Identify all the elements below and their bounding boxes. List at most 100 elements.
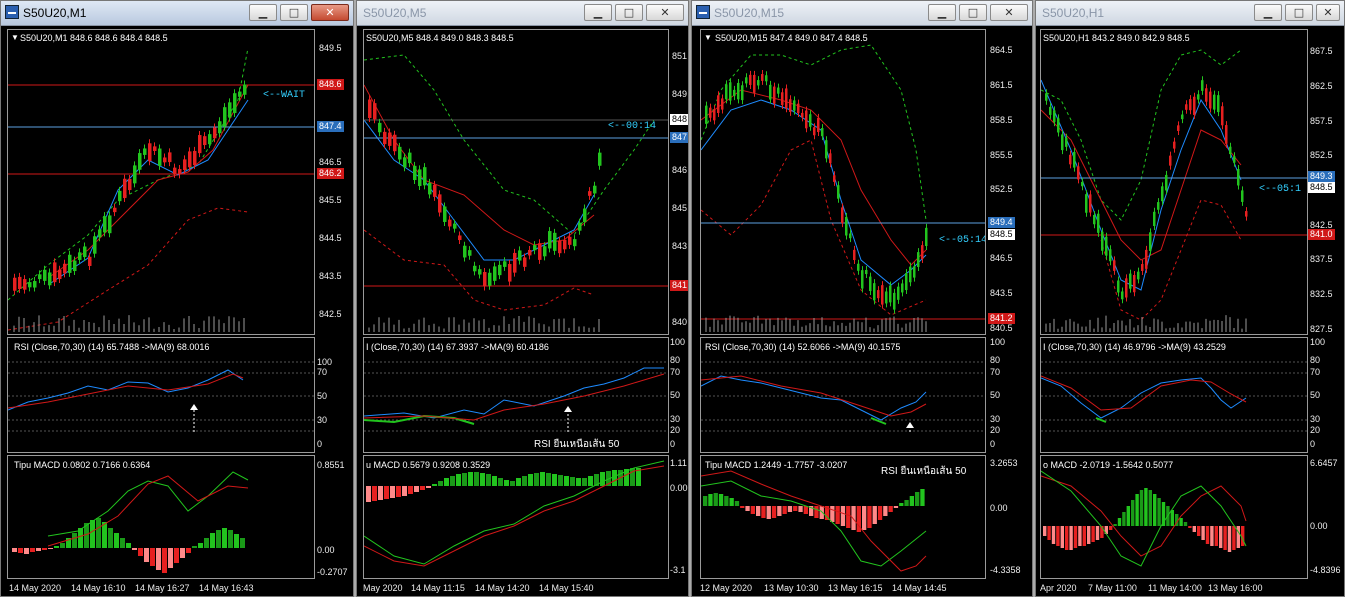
- histogram-bar: [1179, 518, 1183, 526]
- candle-body: [1177, 125, 1180, 131]
- macd-canvas: [1041, 470, 1247, 567]
- price-pane[interactable]: ▼ S50U20,M15 847.4 849.0 847.4 848.5 <--…: [700, 29, 986, 335]
- maximize-button[interactable]: □: [615, 4, 643, 21]
- histogram-bar: [468, 472, 473, 486]
- price-tick: 827.5: [1310, 324, 1333, 334]
- minimize-button[interactable]: ▁: [584, 4, 612, 21]
- close-button[interactable]: ✕: [646, 4, 684, 21]
- close-button[interactable]: ✕: [1316, 4, 1340, 21]
- price-pane[interactable]: S50U20,H1 843.2 849.0 842.9 848.5 <--05:…: [1040, 29, 1308, 335]
- rsi-tick: 50: [1310, 390, 1321, 400]
- candle-body: [103, 216, 107, 233]
- rsi-pane[interactable]: RSI (Close,70,30) (14) 52.6066 ->MA(9) 4…: [700, 337, 986, 453]
- candle-body: [43, 269, 47, 281]
- histogram-bar: [1227, 526, 1232, 552]
- histogram-bar: [414, 486, 419, 492]
- candle-body: [218, 121, 222, 134]
- candle-body: [1101, 231, 1104, 251]
- candle-body: [1057, 118, 1060, 133]
- candle-body: [183, 159, 187, 171]
- chart-window-m1[interactable]: S50U20,M1 ▁ □ ✕ S50U20,M1 848.6 848.6 84…: [0, 0, 354, 597]
- candle-body: [188, 151, 192, 168]
- price-label-red: 846.2: [317, 168, 344, 179]
- time-tick: May 2020: [363, 583, 403, 593]
- countdown-label: <--05:14: [939, 235, 986, 246]
- histogram-bar: [761, 506, 766, 518]
- rsi-tick: 80: [670, 355, 681, 365]
- title-bar[interactable]: S50U20,M1 ▁ □ ✕: [1, 1, 353, 26]
- rsi-tick: 20: [1310, 425, 1321, 435]
- chart-window-m5[interactable]: S50U20,M5 ▁ □ ✕ S50U20,M5 848.4 849.0 84…: [356, 0, 689, 597]
- candle-body: [378, 122, 382, 133]
- price-canvas: [8, 47, 314, 332]
- candle-body: [138, 153, 142, 170]
- candle-body: [583, 208, 587, 223]
- candle-body: [1089, 194, 1092, 213]
- candle-body: [228, 102, 232, 118]
- candle-body: [1225, 125, 1228, 144]
- macd-pane[interactable]: Tipu MACD 1.2449 -1.7757 -3.0207 RSI ยืน…: [700, 455, 986, 579]
- rsi-pane[interactable]: I (Close,70,30) (14) 46.9796 ->MA(9) 43.…: [1040, 337, 1308, 453]
- candle-body: [68, 254, 72, 273]
- histogram-bar: [42, 548, 47, 550]
- histogram-bar: [846, 506, 851, 528]
- price-tick: 849.5: [319, 43, 342, 53]
- histogram-bar: [1201, 526, 1205, 540]
- maximize-button[interactable]: □: [959, 4, 987, 21]
- candle-body: [233, 93, 237, 114]
- minimize-button[interactable]: ▁: [1254, 4, 1282, 21]
- candle-body: [118, 190, 122, 202]
- maximize-button[interactable]: □: [280, 4, 308, 21]
- title-bar[interactable]: S50U20,M5 ▁ □ ✕: [357, 1, 688, 26]
- title-bar[interactable]: S50U20,H1 ▁ □ ✕: [1036, 1, 1344, 26]
- candle-body: [498, 264, 502, 276]
- chart-window-m15[interactable]: S50U20,M15 ▁ □ ✕ ▼ S50U20,M15 847.4 849.…: [691, 0, 1033, 597]
- histogram-bar: [162, 548, 167, 573]
- histogram-bar: [582, 478, 587, 486]
- price-pane[interactable]: S50U20,M1 848.6 848.6 848.4 848.5 ▼ <--W…: [7, 29, 315, 335]
- macd-pane[interactable]: u MACD 0.5679 0.9208 0.3529: [363, 455, 669, 579]
- time-tick: 14 May 14:20: [475, 583, 530, 593]
- title-bar[interactable]: S50U20,M15 ▁ □ ✕: [692, 1, 1032, 26]
- price-tick: 857.5: [1310, 116, 1333, 126]
- chart-window-h1[interactable]: S50U20,H1 ▁ □ ✕ S50U20,H1 843.2 849.0 84…: [1035, 0, 1345, 597]
- histogram-bar: [450, 476, 455, 486]
- macd-axis: 6.6457 0.00 -4.8396: [1308, 455, 1344, 579]
- candle-body: [1121, 291, 1124, 300]
- histogram-bar: [168, 548, 173, 568]
- candle-body: [78, 252, 82, 260]
- rsi-tick: 70: [1310, 367, 1321, 377]
- macd-pane[interactable]: o MACD -2.0719 -1.5642 0.5077: [1040, 455, 1308, 579]
- histogram-bar: [771, 506, 777, 518]
- histogram-bar: [510, 481, 515, 486]
- macd-tick: 3.2653: [990, 458, 1018, 468]
- candle-body: [829, 153, 832, 164]
- histogram-bar: [72, 533, 77, 548]
- close-button[interactable]: ✕: [311, 4, 349, 21]
- minimize-button[interactable]: ▁: [928, 4, 956, 21]
- macd-pane[interactable]: Tipu MACD 0.0802 0.7166 0.6364: [7, 455, 315, 579]
- rsi-axis: 100 80 70 50 30 20 0: [669, 337, 688, 453]
- candle-body: [48, 272, 52, 286]
- candle-body: [73, 260, 77, 272]
- candle-body: [1077, 166, 1080, 180]
- price-pane[interactable]: S50U20,M5 848.4 849.0 848.3 848.5 <--00:…: [363, 29, 669, 335]
- histogram-bar: [713, 493, 718, 506]
- rsi-pane[interactable]: I (Close,70,30) (14) 67.3937 ->MA(9) 60.…: [363, 337, 669, 453]
- rsi-pane[interactable]: RSI (Close,70,30) (14) 65.7488 ->MA(9) 6…: [7, 337, 315, 453]
- histogram-bar: [402, 486, 407, 496]
- candle-body: [773, 86, 776, 104]
- candle-body: [889, 285, 892, 303]
- candle-body: [749, 74, 752, 85]
- time-tick: 7 May 11:00: [1088, 583, 1137, 593]
- maximize-button[interactable]: □: [1285, 4, 1313, 21]
- candle-body: [388, 132, 392, 146]
- minimize-button[interactable]: ▁: [249, 4, 277, 21]
- close-button[interactable]: ✕: [990, 4, 1028, 21]
- candle-body: [503, 261, 507, 267]
- candle-body: [153, 146, 157, 151]
- candle-body: [243, 84, 247, 95]
- countdown-label: <--WAIT: [263, 90, 306, 101]
- candle-body: [18, 276, 22, 290]
- candle-body: [428, 182, 432, 195]
